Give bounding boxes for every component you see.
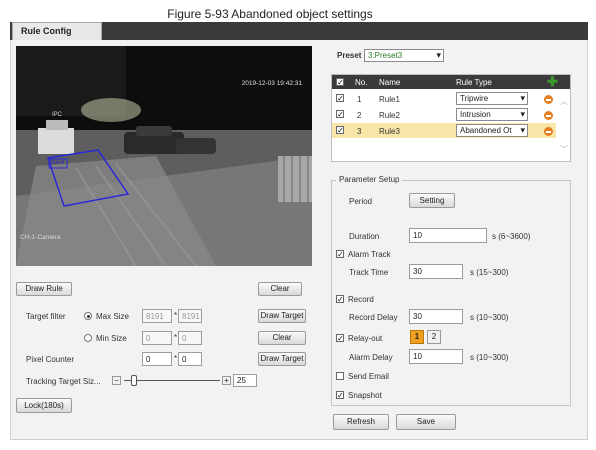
record-checkbox[interactable]: ✓ — [336, 295, 344, 304]
rule-no: 1 — [357, 95, 362, 104]
tracking-slider-track[interactable] — [124, 380, 220, 381]
pixel-counter-label: Pixel Counter — [26, 355, 75, 364]
rule-enable-checkbox[interactable]: ✓ — [336, 110, 344, 119]
times-sign: * — [174, 333, 178, 342]
period-label: Period — [349, 197, 373, 206]
record-delay-label: Record Delay — [349, 313, 398, 322]
preset-select[interactable]: 3:Preset3 — [364, 49, 444, 62]
rule-row[interactable]: ✓ 2 Rule2 Intrusion — [332, 107, 556, 122]
rule-list-header: ✓ No. Name Rule Type ✚ — [332, 75, 570, 89]
times-sign: * — [174, 311, 178, 320]
rule-name: Rule3 — [379, 127, 400, 136]
rule-type-select[interactable]: Tripwire — [456, 92, 528, 105]
rule-no: 3 — [357, 127, 362, 136]
clear-target-button[interactable]: Clear — [258, 331, 306, 345]
video-channel-label: CH-1-Camera — [20, 234, 61, 241]
col-no: No. — [355, 78, 368, 87]
video-overlay-text: IPC — [52, 112, 63, 118]
track-time-unit: s (15~300) — [470, 268, 509, 277]
send-email-label: Send Email — [348, 372, 389, 381]
snapshot-label: Snapshot — [348, 391, 382, 400]
video-timestamp: 2019-12-03 19:42:31 — [241, 80, 302, 87]
rule-name: Rule1 — [379, 95, 400, 104]
period-setting-button[interactable]: Setting — [409, 193, 455, 208]
scroll-up-icon[interactable]: ︿ — [560, 96, 568, 107]
record-delay-unit: s (10~300) — [470, 313, 509, 322]
relay-1-toggle[interactable]: 1 — [410, 330, 424, 344]
rule-no: 2 — [357, 111, 362, 120]
slider-increase-button[interactable]: + — [222, 376, 231, 385]
draw-target-button[interactable]: Draw Target — [258, 309, 306, 323]
max-size-radio[interactable] — [84, 312, 92, 320]
draw-rule-button[interactable]: Draw Rule — [16, 282, 72, 296]
figure-caption: Figure 5-93 Abandoned object settings — [167, 7, 373, 21]
pixel-height-input[interactable]: 0 — [178, 352, 202, 366]
send-email-checkbox[interactable] — [336, 372, 344, 380]
refresh-button[interactable]: Refresh — [333, 414, 389, 430]
min-width-input[interactable]: 0 — [142, 331, 172, 345]
rule-type-select[interactable]: Abandoned Ot — [456, 124, 528, 137]
rule-type-select[interactable]: Intrusion — [456, 108, 528, 121]
times-sign: * — [174, 354, 178, 363]
record-label: Record — [348, 295, 374, 304]
tracking-target-size-label: Tracking Target Siz... — [26, 377, 101, 386]
track-time-input[interactable]: 30 — [409, 264, 463, 279]
rule-row[interactable]: ✓ 1 Rule1 Tripwire — [332, 91, 556, 106]
add-rule-icon[interactable]: ✚ — [547, 75, 558, 89]
max-size-label: Max Size — [96, 312, 129, 321]
alarm-track-checkbox[interactable]: ✓ — [336, 250, 344, 259]
min-height-input[interactable]: 0 — [178, 331, 202, 345]
alarm-track-label: Alarm Track — [348, 250, 391, 259]
select-all-checkbox[interactable]: ✓ — [336, 78, 344, 87]
alarm-delay-input[interactable]: 10 — [409, 349, 463, 364]
camera-scene — [16, 46, 312, 266]
preset-label: Preset — [337, 51, 362, 60]
duration-label: Duration — [349, 232, 380, 241]
rule-name: Rule2 — [379, 111, 400, 120]
remove-rule-icon[interactable] — [544, 95, 553, 104]
rule-enable-checkbox[interactable]: ✓ — [336, 126, 344, 135]
relay-out-checkbox[interactable]: ✓ — [336, 334, 344, 343]
target-filter-label: Target filter — [26, 312, 66, 321]
remove-rule-icon[interactable] — [544, 127, 553, 136]
col-rule-type: Rule Type — [456, 78, 492, 87]
pixel-width-input[interactable]: 0 — [142, 352, 172, 366]
tracking-slider-thumb[interactable] — [130, 375, 137, 386]
draw-target-pixel-button[interactable]: Draw Target — [258, 352, 306, 366]
video-preview[interactable]: 2019-12-03 19:42:31 IPC Rule3 CH-1-Camer… — [16, 46, 312, 266]
tracking-value-input[interactable]: 25 — [233, 374, 257, 387]
relay-2-toggle[interactable]: 2 — [427, 330, 441, 344]
col-name: Name — [379, 78, 401, 87]
max-height-input[interactable]: 8191 — [178, 309, 202, 323]
parameter-setup-legend: Parameter Setup — [336, 175, 403, 184]
lock-button[interactable]: Lock(180s) — [16, 398, 72, 413]
slider-decrease-button[interactable]: − — [112, 376, 121, 385]
remove-rule-icon[interactable] — [544, 111, 553, 120]
clear-rule-button[interactable]: Clear — [258, 282, 302, 296]
record-delay-input[interactable]: 30 — [409, 309, 463, 324]
duration-unit: s (6~3600) — [492, 232, 531, 241]
alarm-delay-label: Alarm Delay — [349, 353, 393, 362]
tab-rule-config[interactable]: Rule Config — [12, 22, 102, 40]
alarm-delay-unit: s (10~300) — [470, 353, 509, 362]
track-time-label: Track Time — [349, 268, 389, 277]
max-width-input[interactable]: 8191 — [142, 309, 172, 323]
snapshot-checkbox[interactable]: ✓ — [336, 391, 344, 400]
save-button[interactable]: Save — [396, 414, 456, 430]
rule-row-selected[interactable]: ✓ 3 Rule3 Abandoned Ot — [332, 123, 556, 138]
rule-enable-checkbox[interactable]: ✓ — [336, 94, 344, 103]
relay-out-label: Relay-out — [348, 334, 383, 343]
duration-input[interactable]: 10 — [409, 228, 487, 243]
scroll-down-icon[interactable]: ﹀ — [560, 144, 568, 155]
video-rule-label: Rule3 — [50, 160, 65, 166]
min-size-radio[interactable] — [84, 334, 92, 342]
min-size-label: Min Size — [96, 334, 127, 343]
